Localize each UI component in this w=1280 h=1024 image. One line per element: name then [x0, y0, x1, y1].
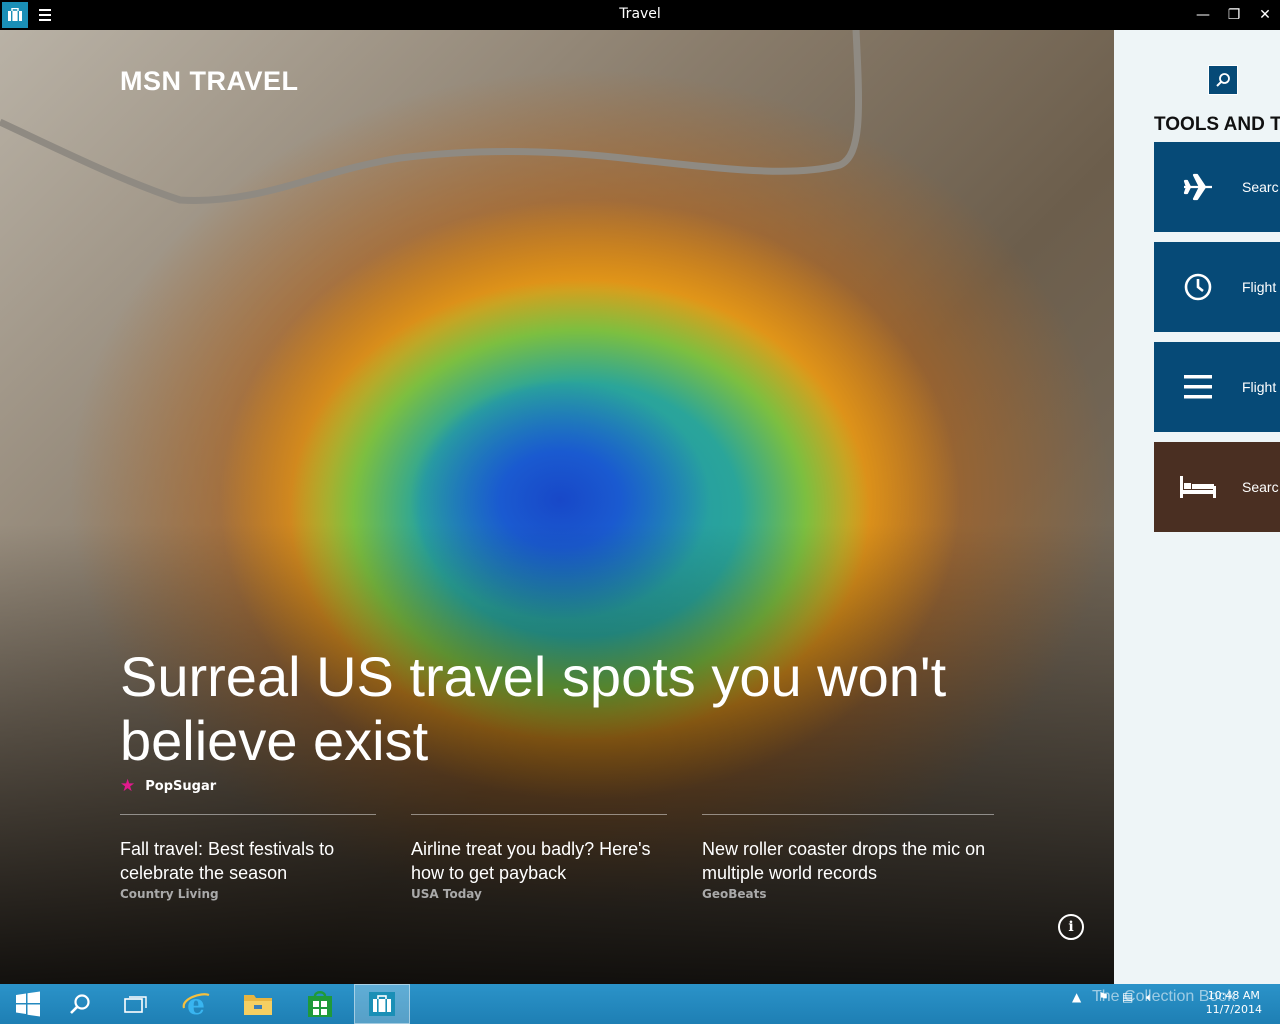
hero-source-label: PopSugar [145, 778, 217, 794]
file-explorer-button[interactable] [230, 984, 286, 1024]
travel-app-taskbar-button[interactable] [354, 984, 410, 1024]
taskbar-search-button[interactable] [52, 984, 108, 1024]
task-view-icon [124, 996, 147, 1013]
tools-sidebar: TOOLS AND TA Searc Flight Flight Searc [1114, 30, 1280, 984]
tile-label: Flight [1242, 379, 1277, 395]
tile-flight-status[interactable]: Flight [1154, 242, 1280, 332]
clock-time: 10:48 AM [1207, 989, 1260, 1002]
story-title: Fall travel: Best festivals to celebrate… [120, 839, 335, 883]
minimize-button[interactable]: — [1186, 0, 1220, 30]
tile-search-flights[interactable]: Searc [1154, 142, 1280, 232]
story-source: Country Living [120, 887, 219, 901]
title-bar: Travel — ❐ ✕ [0, 0, 1280, 30]
story-title: New roller coaster drops the mic on mult… [702, 839, 986, 883]
system-clock[interactable]: 10:48 AM 11/7/2014 [1206, 989, 1262, 1017]
search-button[interactable] [1208, 65, 1238, 95]
tile-flight-schedules[interactable]: Flight [1154, 342, 1280, 432]
story-title: Airline treat you badly? Here's how to g… [411, 839, 651, 883]
story-item[interactable]: Fall travel: Best festivals to celebrate… [120, 814, 376, 901]
hero-panel[interactable]: MSN TRAVEL Surreal US travel spots you w… [0, 30, 1114, 984]
internet-explorer-icon: e [182, 989, 210, 1019]
search-icon [1216, 73, 1230, 87]
window-title: Travel [619, 6, 661, 22]
flag-icon[interactable]: ⚑ [1098, 990, 1109, 1004]
info-icon[interactable]: i [1058, 914, 1084, 940]
travel-app-icon [369, 992, 395, 1016]
hero-headline[interactable]: Surreal US travel spots you won't believ… [120, 645, 1020, 773]
taskbar: e The Collection Book ▲ ⚑ ▤ 🔈︎ 10:48 AM … [0, 984, 1280, 1024]
hero-source: ★ PopSugar [120, 776, 216, 796]
story-source: USA Today [411, 887, 482, 901]
tile-label: Flight [1242, 279, 1277, 295]
story-item[interactable]: New roller coaster drops the mic on mult… [702, 814, 994, 901]
task-view-button[interactable] [108, 984, 164, 1024]
file-explorer-icon [244, 995, 272, 1015]
story-item[interactable]: Airline treat you badly? Here's how to g… [411, 814, 667, 901]
list-icon [1154, 372, 1242, 402]
tile-label: Searc [1242, 179, 1279, 195]
clock-icon [1154, 272, 1242, 302]
search-icon [70, 994, 90, 1014]
star-icon: ★ [120, 776, 136, 796]
restore-button[interactable]: ❐ [1217, 0, 1251, 30]
story-source: GeoBeats [702, 887, 767, 901]
tile-search-hotels[interactable]: Searc [1154, 442, 1280, 532]
volume-icon[interactable]: 🔈︎ [1146, 990, 1153, 1005]
start-button[interactable] [0, 984, 56, 1024]
tools-heading: TOOLS AND TA [1154, 114, 1280, 135]
show-hidden-icons[interactable]: ▲ [1072, 990, 1081, 1004]
store-button[interactable] [292, 984, 348, 1024]
airplane-icon [1154, 172, 1242, 202]
store-icon [308, 991, 332, 1017]
bed-icon [1154, 474, 1242, 500]
start-icon [16, 991, 40, 1017]
network-icon[interactable]: ▤ [1122, 990, 1133, 1004]
close-button[interactable]: ✕ [1248, 0, 1280, 30]
internet-explorer-button[interactable]: e [168, 984, 224, 1024]
brand-title[interactable]: MSN TRAVEL [120, 66, 299, 97]
tile-label: Searc [1242, 479, 1279, 495]
clock-date: 11/7/2014 [1205, 1003, 1262, 1016]
